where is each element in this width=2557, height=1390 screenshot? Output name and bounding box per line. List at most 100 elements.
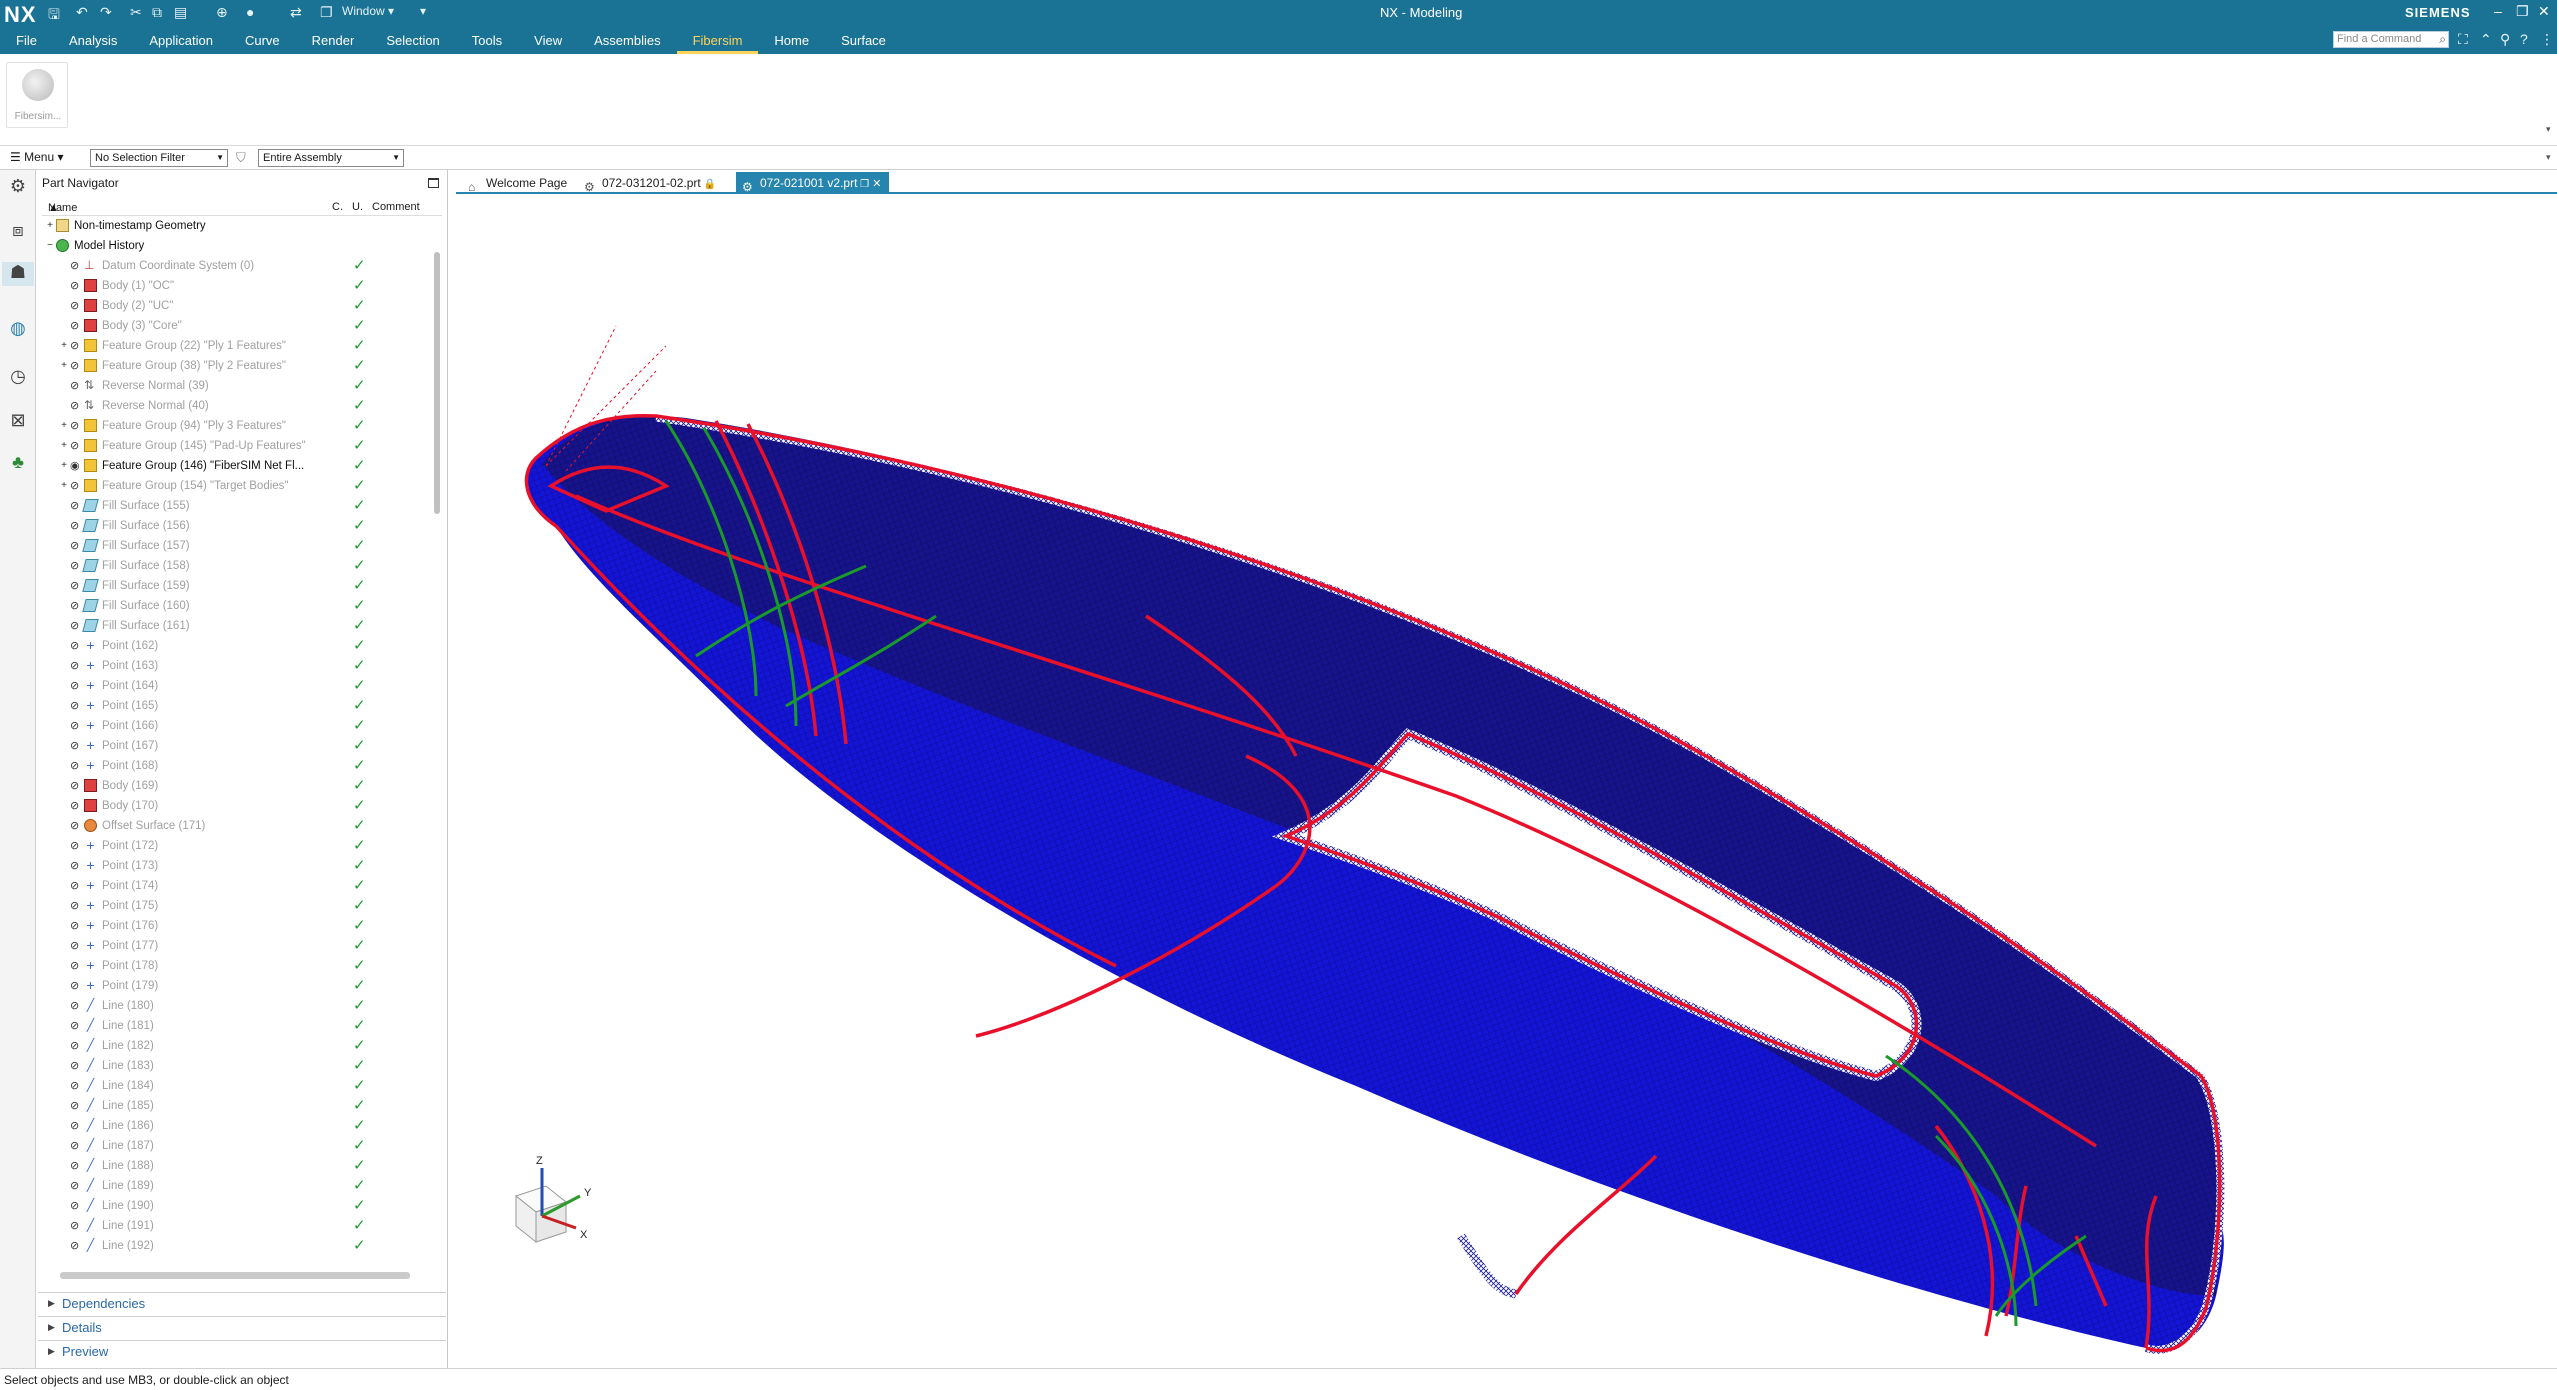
visibility-eye-icon[interactable]: ⊘ [70, 1056, 84, 1076]
tree-row[interactable]: ⊘ ⇅ Reverse Normal (39) ✓ [42, 376, 442, 396]
copy-icon[interactable]: ⧉ [152, 4, 162, 22]
restore-icon[interactable]: ❐ [2516, 3, 2529, 20]
tree-row[interactable]: ⊘ ⇅ Reverse Normal (40) ✓ [42, 396, 442, 416]
redo-icon[interactable]: ↷ [100, 4, 112, 22]
visibility-eye-icon[interactable]: ⊘ [70, 1236, 84, 1256]
save-icon[interactable]: 🖫 [48, 4, 60, 22]
selection-filter-dropdown[interactable]: No Selection Filter ▼ [90, 149, 228, 167]
visibility-eye-icon[interactable]: ⊘ [70, 776, 84, 796]
window-menu[interactable]: Window ▾ [342, 4, 394, 22]
visibility-eye-icon[interactable]: ⊘ [70, 396, 84, 416]
tree-row[interactable]: ⊘ Fill Surface (155) ✓ [42, 496, 442, 516]
visibility-eye-icon[interactable]: ⊘ [70, 556, 84, 576]
tree-row[interactable]: ⊘ ╱ Line (191) ✓ [42, 1216, 442, 1236]
tree-row[interactable]: ⊘ Body (2) "UC" ✓ [42, 296, 442, 316]
assembly-navigator-icon[interactable]: ⧈ [6, 220, 30, 244]
document-tab[interactable]: ⚙ 072-021001 v2.prt ❐ ✕ [736, 172, 890, 194]
visibility-eye-icon[interactable]: ⊘ [70, 996, 84, 1016]
visibility-eye-icon[interactable]: ⊘ [70, 536, 84, 556]
visibility-eye-icon[interactable]: ⊘ [70, 956, 84, 976]
reuse-library-icon[interactable]: ⊠ [6, 410, 30, 434]
tree-row[interactable]: + ⊘ Feature Group (94) "Ply 3 Features" ✓ [42, 416, 442, 436]
tree-row[interactable]: ⊘ ⊥ Datum Coordinate System (0) ✓ [42, 256, 442, 276]
tab-file[interactable]: File [0, 30, 53, 54]
visibility-eye-icon[interactable]: ⊘ [70, 476, 84, 496]
touch-mode-icon[interactable]: ⊕ [216, 4, 228, 22]
help-icon[interactable]: ? [2520, 31, 2528, 47]
visibility-eye-icon[interactable]: ⊘ [70, 796, 84, 816]
tree-row[interactable]: ⊘ ╱ Line (180) ✓ [42, 996, 442, 1016]
tree-row[interactable]: ⊘ Body (3) "Core" ✓ [42, 316, 442, 336]
visibility-eye-icon[interactable]: ⊘ [70, 436, 84, 456]
tab-selection[interactable]: Selection [370, 30, 455, 54]
document-tab[interactable]: ⌂ Welcome Page [462, 172, 575, 194]
tab-fibersim[interactable]: Fibersim [676, 30, 759, 54]
visibility-eye-icon[interactable]: ⊘ [70, 496, 84, 516]
visibility-eye-icon[interactable]: ⊘ [70, 1196, 84, 1216]
tree-row[interactable]: ⊘ ╱ Line (183) ✓ [42, 1056, 442, 1076]
visibility-eye-icon[interactable]: ⊘ [70, 1176, 84, 1196]
visibility-eye-icon[interactable]: ⊘ [70, 976, 84, 996]
visibility-eye-icon[interactable]: ⊘ [70, 816, 84, 836]
tree-row[interactable]: ⊘ + Point (164) ✓ [42, 676, 442, 696]
view-triad[interactable]: Z Y X [514, 1155, 592, 1244]
tab-view[interactable]: View [518, 30, 578, 54]
window-icon[interactable]: ❐ [320, 4, 333, 22]
section-preview[interactable]: ▶ Preview [38, 1340, 446, 1362]
tab-analysis[interactable]: Analysis [53, 30, 133, 54]
visibility-eye-icon[interactable]: ⊘ [70, 1096, 84, 1116]
tree-row[interactable]: ⊘ + Point (166) ✓ [42, 716, 442, 736]
tree-row[interactable]: ⊘ ╱ Line (188) ✓ [42, 1156, 442, 1176]
repeat-command-icon[interactable]: ● [246, 4, 254, 22]
tab-surface[interactable]: Surface [825, 30, 902, 54]
tree-row[interactable]: ⊘ + Point (177) ✓ [42, 936, 442, 956]
tree-row[interactable]: ⊘ + Point (167) ✓ [42, 736, 442, 756]
visibility-eye-icon[interactable]: ⊘ [70, 1156, 84, 1176]
duplicate-window-icon[interactable]: ❐ [857, 179, 869, 190]
tab-application[interactable]: Application [133, 30, 229, 54]
ribbon-options-icon[interactable]: ⋮ [2540, 31, 2554, 48]
visibility-eye-icon[interactable]: ⊘ [70, 936, 84, 956]
vertical-scrollbar[interactable] [434, 252, 440, 514]
search-icon[interactable]: ⌕ [2439, 32, 2446, 47]
tree-row[interactable]: ⊘ ╱ Line (187) ✓ [42, 1136, 442, 1156]
web-browser-icon[interactable]: ◍ [6, 318, 30, 342]
tree-row[interactable]: ⊘ + Point (173) ✓ [42, 856, 442, 876]
tree-row[interactable]: ⊘ + Point (168) ✓ [42, 756, 442, 776]
tree-row[interactable]: ⊘ ╱ Line (186) ✓ [42, 1116, 442, 1136]
history-icon[interactable]: ◷ [6, 366, 30, 390]
column-comment[interactable]: Comment [372, 201, 420, 213]
tree-row[interactable]: ⊘ ╱ Line (184) ✓ [42, 1076, 442, 1096]
tree-row[interactable]: + ⊘ Feature Group (154) "Target Bodies" ✓ [42, 476, 442, 496]
visibility-eye-icon[interactable]: ⊘ [70, 1116, 84, 1136]
visibility-eye-icon[interactable]: ⊘ [70, 756, 84, 776]
tree-row[interactable]: ⊘ + Point (178) ✓ [42, 956, 442, 976]
tree-row[interactable]: ⊘ Fill Surface (157) ✓ [42, 536, 442, 556]
visibility-eye-icon[interactable]: ⊘ [70, 1216, 84, 1236]
quick-access-dropdown-icon[interactable]: ▾ [420, 4, 426, 22]
tab-tools[interactable]: Tools [456, 30, 518, 54]
roles-icon[interactable]: ♣ [6, 452, 30, 476]
part-navigator-icon[interactable]: ☗ [2, 262, 34, 286]
tree-row[interactable]: ⊘ + Point (162) ✓ [42, 636, 442, 656]
visibility-eye-icon[interactable]: ⊘ [70, 376, 84, 396]
visibility-eye-icon[interactable]: ⊘ [70, 336, 84, 356]
visibility-eye-icon[interactable]: ⊘ [70, 576, 84, 596]
visibility-eye-icon[interactable]: ⊘ [70, 736, 84, 756]
full-screen-icon[interactable]: ⛶ [2458, 31, 2468, 48]
tab-assemblies[interactable]: Assemblies [578, 30, 676, 54]
reset-filter-icon[interactable]: ⛉ [236, 150, 246, 166]
tree-row[interactable]: ⊘ Fill Surface (156) ✓ [42, 516, 442, 536]
model-viewport[interactable]: Z Y X [456, 196, 2557, 1364]
tree-row[interactable]: ⊘ + Point (179) ✓ [42, 976, 442, 996]
visibility-eye-icon[interactable]: ⊘ [70, 836, 84, 856]
section-details[interactable]: ▶ Details [38, 1316, 446, 1338]
visibility-eye-icon[interactable]: ⊘ [70, 656, 84, 676]
fibersim-button[interactable]: Fibersim... [6, 62, 68, 128]
visibility-eye-icon[interactable]: ⊘ [70, 716, 84, 736]
tree-row[interactable]: ⊘ Body (169) ✓ [42, 776, 442, 796]
tree-row[interactable]: ⊘ + Point (176) ✓ [42, 916, 442, 936]
tree-row[interactable]: ⊘ Fill Surface (161) ✓ [42, 616, 442, 636]
tree-row[interactable]: ⊘ ╱ Line (182) ✓ [42, 1036, 442, 1056]
maximize-panel-icon[interactable] [428, 178, 439, 188]
